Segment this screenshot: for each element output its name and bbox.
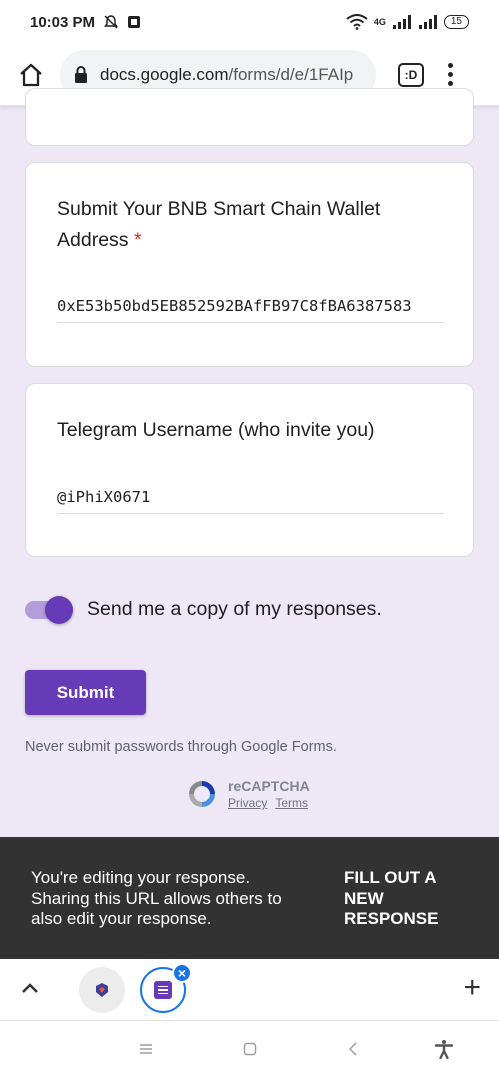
url-path: /forms/d/e/1FAIp: [228, 64, 354, 84]
network-type: 4G: [373, 17, 386, 27]
telegram-question-card: Telegram Username (who invite you) @iPhi…: [25, 383, 474, 557]
signal-icon: [392, 15, 411, 29]
recaptcha-icon: [189, 781, 215, 807]
new-tab-icon[interactable]: +: [463, 973, 481, 1003]
menu-icon[interactable]: [138, 1041, 154, 1057]
battery-indicator: 15: [443, 15, 469, 29]
url-text: docs.google.com/forms/d/e/1FAIp: [100, 65, 353, 85]
back-icon[interactable]: [346, 1041, 362, 1057]
home-icon: [20, 63, 42, 86]
url-domain: docs.google.com: [100, 64, 229, 84]
wallet-question-card: Submit Your BNB Smart Chain Wallet Addre…: [25, 162, 474, 367]
terms-link[interactable]: Terms: [275, 796, 308, 810]
toggle-knob: [45, 595, 73, 624]
telegram-username-input[interactable]: @iPhiX0671: [57, 488, 444, 514]
required-asterisk: *: [133, 229, 142, 251]
recaptcha-badge: reCAPTCHA Privacy Terms: [186, 778, 316, 810]
tab-switcher-button[interactable]: :D: [398, 62, 424, 87]
copy-responses-label: Send me a copy of my responses.: [87, 598, 382, 620]
tab-strip: × +: [0, 959, 499, 1021]
site-favicon-icon: [96, 983, 108, 997]
wallet-question-title: Submit Your BNB Smart Chain Wallet Addre…: [57, 194, 437, 256]
lock-icon: [75, 65, 87, 83]
wallet-question-text: Submit Your BNB Smart Chain Wallet Addre…: [57, 198, 381, 251]
close-tab-icon[interactable]: ×: [172, 963, 192, 983]
snackbar-message: You're editing your response. Sharing th…: [31, 868, 282, 928]
recaptcha-title: reCAPTCHA: [228, 778, 310, 794]
copy-responses-toggle[interactable]: [25, 595, 73, 624]
previous-question-card: [25, 88, 474, 146]
fill-out-new-response-button[interactable]: FILL OUT A NEW RESPONSE: [344, 868, 464, 930]
recaptcha-links: Privacy Terms: [228, 796, 316, 810]
google-forms-icon: [154, 981, 172, 999]
system-navigation-bar: [0, 1021, 499, 1080]
home-nav-icon[interactable]: [242, 1041, 258, 1057]
status-left-icons: [103, 14, 141, 30]
accessibility-icon[interactable]: [434, 1039, 454, 1059]
signal-icon-2: [418, 15, 437, 29]
tab-thumbnail-forms-active[interactable]: ×: [140, 963, 192, 1013]
edit-response-snackbar: You're editing your response. Sharing th…: [0, 837, 499, 959]
password-warning: Never submit passwords through Google Fo…: [25, 739, 337, 755]
telegram-question-title: Telegram Username (who invite you): [57, 419, 375, 441]
recaptcha-text: reCAPTCHA Privacy Terms: [228, 778, 316, 810]
submit-button[interactable]: Submit: [25, 670, 146, 715]
tab-thumbnail-1[interactable]: [79, 967, 125, 1013]
mute-bell-icon: [104, 15, 119, 29]
status-bar: 10:03 PM 4G 15: [0, 0, 499, 44]
more-options-icon[interactable]: [448, 63, 453, 86]
privacy-link[interactable]: Privacy: [228, 796, 267, 810]
home-button[interactable]: [14, 58, 48, 92]
chevron-up-icon[interactable]: [18, 977, 42, 1001]
wallet-address-input[interactable]: 0xE53b50bd5EB852592BAfFB97C8fBA6387583: [57, 297, 444, 323]
status-time: 10:03 PM: [30, 13, 96, 31]
wifi-icon: [346, 14, 368, 30]
app-notification-icon: [128, 16, 141, 28]
status-right: 4G 15: [346, 14, 469, 30]
copy-responses-row: Send me a copy of my responses.: [25, 595, 382, 624]
